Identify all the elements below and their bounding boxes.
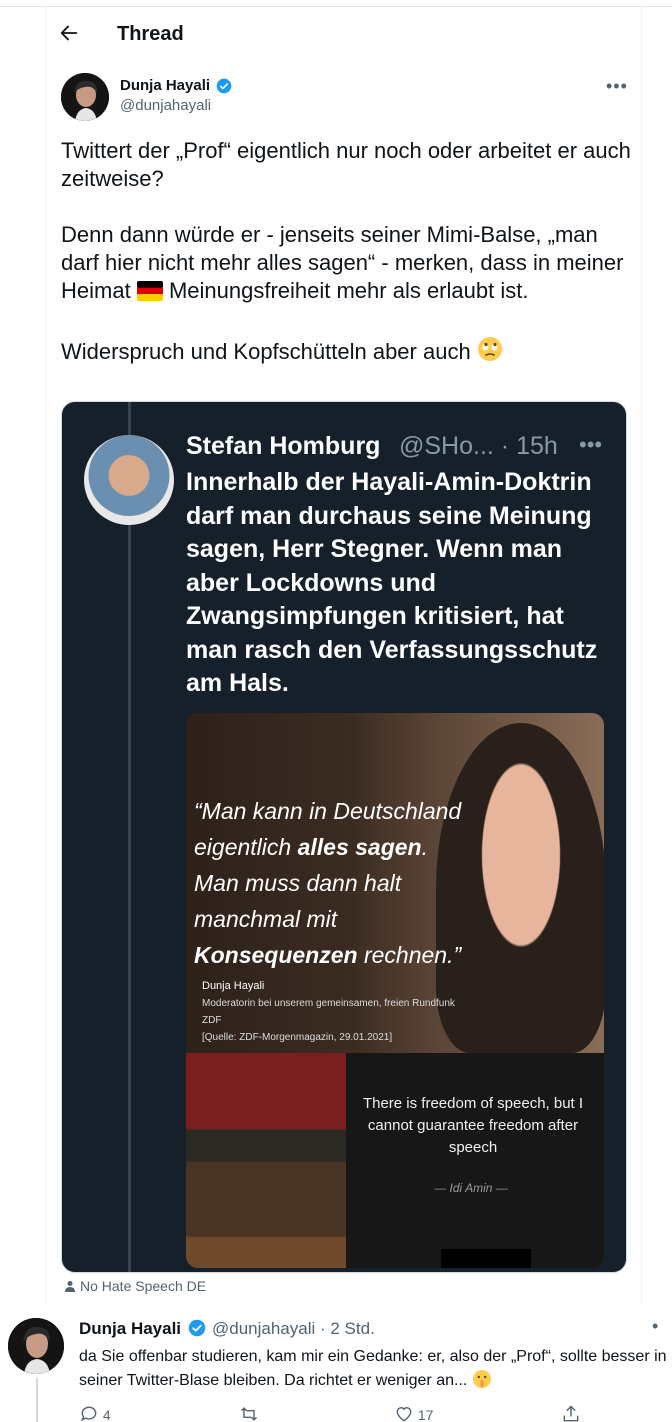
back-button[interactable] xyxy=(58,22,84,48)
media-tweet-text: Innerhalb der Hayali-Amin-Doktrin darf m… xyxy=(186,468,598,697)
reply-author-name[interactable]: Dunja Hayali xyxy=(79,1319,181,1339)
rolling-eyes-emoji-icon xyxy=(477,336,503,369)
more-options-button[interactable]: ••• xyxy=(606,76,628,97)
tweet-paragraph: Widerspruch und Kopfschütteln aber auch xyxy=(61,336,636,369)
reply-text: da Sie offenbar studieren, kam mir ein G… xyxy=(79,1345,669,1397)
meme-bottom-panel: There is freedom of speech, but I cannot… xyxy=(186,1053,604,1268)
meme-attrib-source: [Quelle: ZDF-Morgenmagazin, 29.01.2021] xyxy=(202,1032,393,1043)
reply-count: 4 xyxy=(102,1407,111,1422)
retweet-icon xyxy=(240,1407,258,1421)
meme-quote-text: rechnen. xyxy=(357,942,454,968)
retweet-button[interactable] xyxy=(239,1404,259,1422)
heart-icon xyxy=(396,1407,412,1422)
image-tag-label[interactable]: No Hate Speech DE xyxy=(64,1278,206,1294)
germany-flag-icon xyxy=(136,280,163,308)
meme-quote: “Man kann in Deutschland eigentlich alle… xyxy=(194,793,494,973)
reply-action-bar: 4 17 xyxy=(79,1404,669,1422)
column-border-left xyxy=(45,6,46,1306)
comment-icon xyxy=(80,1406,97,1422)
thread-header: Thread xyxy=(46,8,641,60)
meme-attrib-name: Dunja Hayali xyxy=(202,980,265,992)
media-handle-time: @SHo... · 15h xyxy=(399,432,558,460)
column-border-right xyxy=(641,6,642,1306)
meme-quote-text: eigentlich xyxy=(194,834,298,860)
meme-top-panel: “Man kann in Deutschland eigentlich alle… xyxy=(186,713,604,1053)
meme-attribution: Dunja Hayali Moderatorin bei unserem gem… xyxy=(202,978,462,1046)
meme-amin-signature: — Idi Amin — xyxy=(434,1181,508,1195)
shushing-face-emoji-icon xyxy=(472,1369,492,1397)
author-avatar[interactable] xyxy=(61,73,109,121)
meme-quote-line: “Man kann in Deutschland xyxy=(194,798,462,824)
meme-quote-line: Konsequenzen rechnen.” xyxy=(194,942,462,968)
redaction-bar xyxy=(441,1249,531,1268)
more-dots-icon: • xyxy=(652,1316,659,1336)
image-tag-text: No Hate Speech DE xyxy=(80,1278,207,1294)
reply-text-body: da Sie offenbar studieren, kam mir ein G… xyxy=(79,1348,667,1389)
meme-attrib-role: Moderatorin bei unserem gemeinsamen, fre… xyxy=(202,998,455,1026)
page-title: Thread xyxy=(117,23,184,45)
arrow-left-icon xyxy=(60,25,78,41)
meme-quote-line: eigentlich alles sagen. xyxy=(194,829,494,865)
verified-badge-icon xyxy=(188,1319,206,1337)
tweet-media-image[interactable]: Stefan Homburg @SHo... · 15h ••• Innerha… xyxy=(61,401,627,1273)
tweet-paragraph-part: Widerspruch und Kopfschütteln aber auch xyxy=(61,339,471,364)
author-name[interactable]: Dunja Hayali xyxy=(120,77,210,94)
reply-button[interactable]: 4 xyxy=(79,1404,111,1422)
person-icon xyxy=(65,1281,75,1292)
meme-quote-line: manchmal mit xyxy=(194,906,338,932)
meme-quote-bold: alles sagen xyxy=(297,834,422,860)
media-avatar xyxy=(84,435,174,525)
avatar-portrait-icon xyxy=(8,1318,64,1374)
meme-quote-text: . xyxy=(421,834,428,860)
like-button[interactable]: 17 xyxy=(394,1404,433,1422)
military-portrait-photo xyxy=(186,1053,346,1268)
share-icon xyxy=(563,1405,579,1422)
top-divider xyxy=(0,6,672,7)
verified-badge-icon xyxy=(216,78,232,94)
reply-thread-line xyxy=(36,1378,38,1422)
reply-more-options-button[interactable]: • xyxy=(652,1316,658,1337)
avatar-portrait-icon xyxy=(61,73,109,121)
share-button[interactable] xyxy=(561,1404,581,1422)
media-author-name: Stefan Homburg xyxy=(186,432,381,460)
meme-quote-bold: Konsequenzen xyxy=(194,942,358,968)
like-count: 17 xyxy=(417,1407,434,1422)
media-more-dots-icon: ••• xyxy=(579,432,603,457)
meme-quote-line: Man muss dann halt xyxy=(194,870,402,896)
meme-amin-quote: There is freedom of speech, but I cannot… xyxy=(362,1095,584,1156)
meme-quote-text: Man kann in Deutschland xyxy=(201,798,462,824)
tweet-paragraph: Denn dann würde er - jenseits seiner Mim… xyxy=(61,221,636,308)
reply-meta[interactable]: @dunjahayali · 2 Std. xyxy=(212,1319,375,1339)
media-thread-line xyxy=(128,402,131,1272)
more-dots-icon: ••• xyxy=(606,76,628,96)
tweet-text: Twittert der „Prof“ eigentlich nur noch … xyxy=(61,137,636,397)
tweet-paragraph: Twittert der „Prof“ eigentlich nur noch … xyxy=(61,138,631,191)
reply-author-avatar[interactable] xyxy=(8,1318,64,1374)
media-meme-image: “Man kann in Deutschland eigentlich alle… xyxy=(186,713,604,1268)
author-handle[interactable]: @dunjahayali xyxy=(120,97,211,114)
tweet-paragraph-part: Meinungsfreiheit mehr als erlaubt ist. xyxy=(168,278,529,303)
